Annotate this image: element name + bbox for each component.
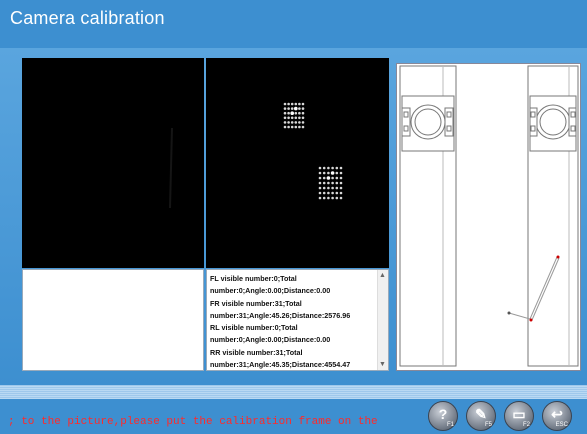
help-button[interactable]: ? F1 — [428, 401, 458, 431]
diagram-svg — [399, 65, 579, 367]
exit-icon: ↩ — [551, 406, 563, 422]
page-title: Camera calibration — [10, 8, 165, 28]
info-lines: FL visible number:0;Total number:0;Angle… — [210, 273, 374, 370]
divider-band — [0, 385, 587, 399]
camera-view-right — [206, 58, 389, 268]
left-camera-head-icon — [401, 95, 455, 152]
info-line: RR visible number:31;Total — [210, 347, 303, 357]
exit-button[interactable]: ↩ ESC — [542, 401, 572, 431]
car-key-label: F2 — [522, 422, 530, 428]
frame-marker-left — [507, 311, 511, 315]
status-message: ; to the picture,please put the calibrat… — [8, 416, 378, 428]
calibration-target-rear — [318, 166, 343, 200]
info-scrollbar[interactable]: ▲ ▼ — [377, 270, 388, 370]
right-camera-head-icon — [529, 95, 577, 152]
info-line: number:31;Angle:45.26;Distance:2576.96 — [210, 310, 351, 320]
scroll-up-arrow-icon[interactable]: ▲ — [379, 272, 386, 279]
frame-marker-corner — [529, 318, 533, 322]
calibration-target-front — [283, 102, 305, 129]
scroll-down-arrow-icon[interactable]: ▼ — [379, 361, 386, 368]
help-key-label: F1 — [446, 422, 454, 428]
info-line: number:31;Angle:45.35;Distance:4554.47 — [210, 360, 351, 370]
camera-view-left — [22, 58, 204, 268]
car-icon: ▭ — [512, 406, 526, 422]
exit-key-label: ESC — [555, 422, 568, 428]
frame-marker-top — [556, 255, 560, 259]
info-line: FR visible number:31;Total — [210, 298, 302, 308]
info-line: number:0;Angle:0.00;Distance:0.00 — [210, 286, 331, 296]
settings-button[interactable]: ✎ F5 — [466, 401, 496, 431]
car-button[interactable]: ▭ F2 — [504, 401, 534, 431]
settings-icon: ✎ — [475, 406, 487, 422]
info-panel-left[interactable] — [22, 269, 204, 371]
settings-key-label: F5 — [484, 422, 492, 428]
info-line: RL visible number:0;Total — [210, 323, 298, 333]
camera-left-svg — [169, 127, 173, 209]
info-line: FL visible number:0;Total — [210, 274, 297, 283]
calibration-diagram — [396, 63, 581, 371]
help-icon: ? — [438, 406, 448, 422]
info-panel-right[interactable]: FL visible number:0;Total number:0;Angle… — [206, 269, 389, 371]
camera-right-svg — [283, 102, 343, 200]
info-line: number:0;Angle:0.00;Distance:0.00 — [210, 335, 331, 345]
